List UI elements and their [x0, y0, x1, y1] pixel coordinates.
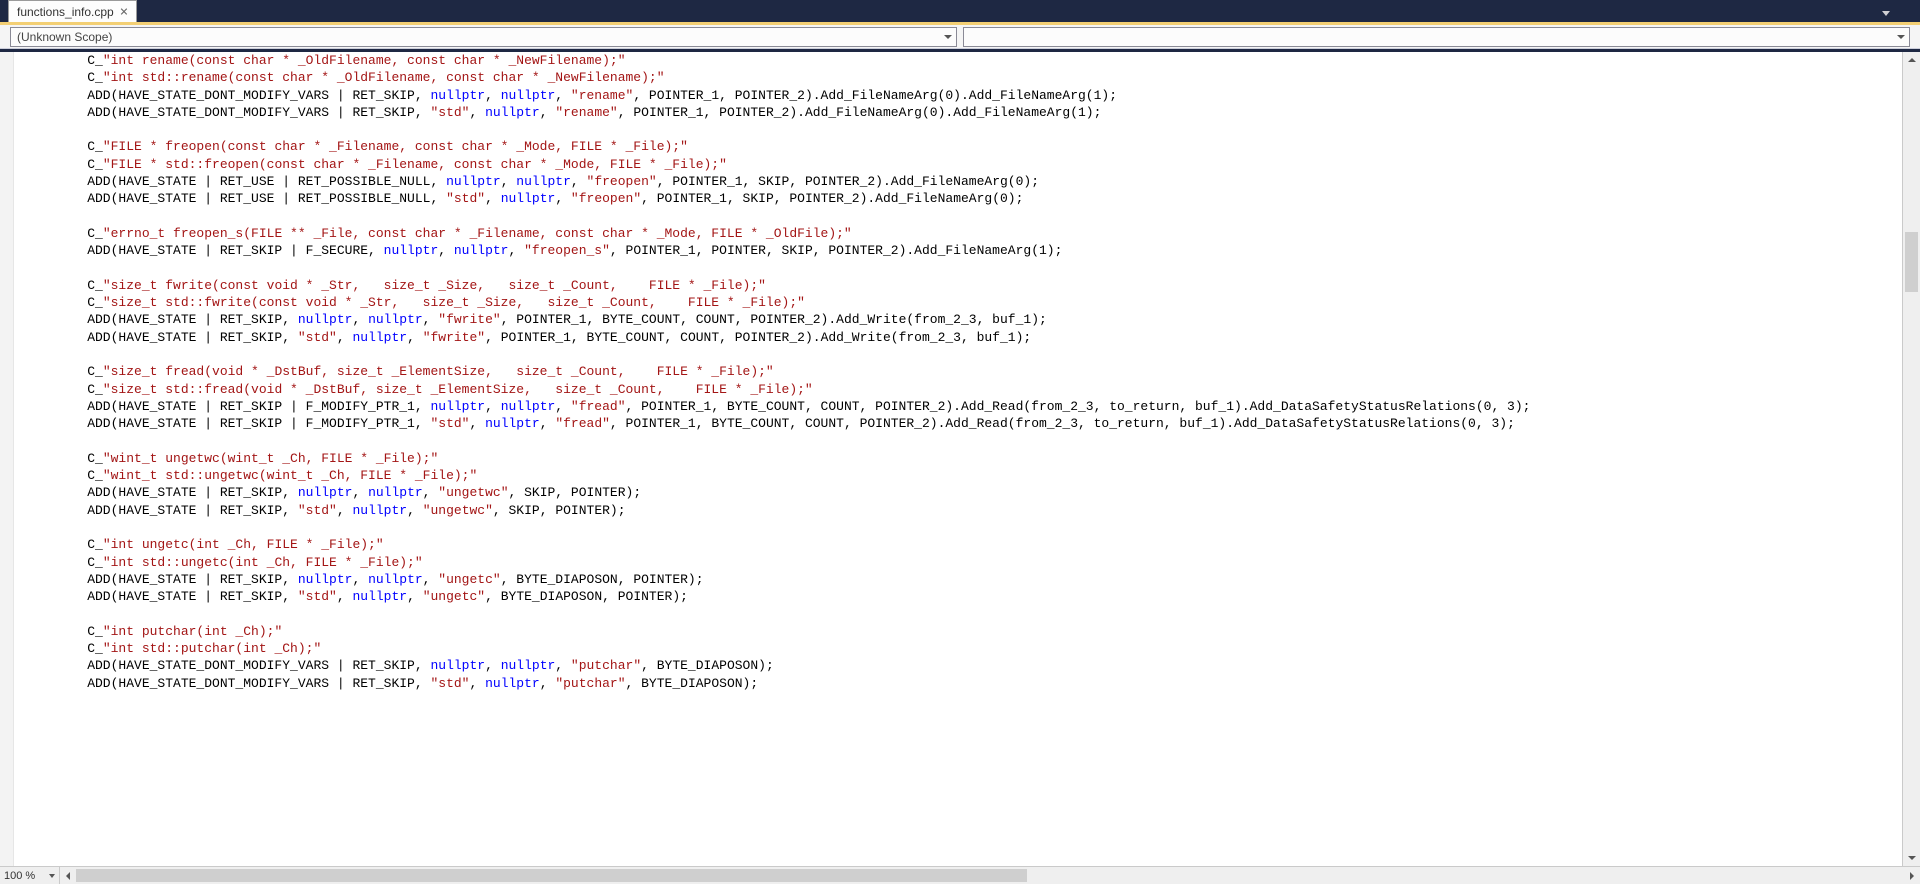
- bottom-bar: 100 %: [0, 866, 1920, 884]
- scroll-down-button[interactable]: [1903, 850, 1920, 866]
- outlining-margin[interactable]: [0, 52, 14, 866]
- chevron-down-icon: [944, 35, 952, 39]
- tab-strip: functions_info.cpp ×: [0, 0, 1920, 25]
- scroll-thumb[interactable]: [1905, 232, 1918, 292]
- horizontal-scrollbar[interactable]: [60, 867, 1920, 884]
- code-area[interactable]: C_"int rename(const char * _OldFilename,…: [52, 52, 1902, 866]
- scope-label: (Unknown Scope): [17, 30, 112, 44]
- window-options-chevron-icon[interactable]: [1882, 11, 1890, 16]
- code-text[interactable]: C_"int rename(const char * _OldFilename,…: [52, 52, 1902, 692]
- zoom-dropdown[interactable]: 100 %: [0, 867, 60, 884]
- scope-dropdown[interactable]: (Unknown Scope): [10, 27, 957, 47]
- scroll-right-button[interactable]: [1904, 867, 1920, 884]
- vertical-scrollbar[interactable]: [1902, 52, 1920, 866]
- editor-gutter: [0, 52, 52, 866]
- tab-functions-info[interactable]: functions_info.cpp ×: [8, 0, 137, 22]
- chevron-down-icon: [49, 874, 55, 878]
- scroll-up-button[interactable]: [1903, 52, 1920, 68]
- scroll-thumb[interactable]: [76, 869, 1027, 882]
- scroll-track[interactable]: [76, 867, 1904, 884]
- editor: C_"int rename(const char * _OldFilename,…: [0, 52, 1920, 866]
- scroll-left-button[interactable]: [60, 867, 76, 884]
- chevron-down-icon: [1897, 35, 1905, 39]
- zoom-label: 100 %: [4, 870, 35, 882]
- close-icon[interactable]: ×: [118, 4, 130, 20]
- member-dropdown[interactable]: [963, 27, 1910, 47]
- navigation-bar: (Unknown Scope): [0, 25, 1920, 49]
- tab-label: functions_info.cpp: [17, 5, 114, 19]
